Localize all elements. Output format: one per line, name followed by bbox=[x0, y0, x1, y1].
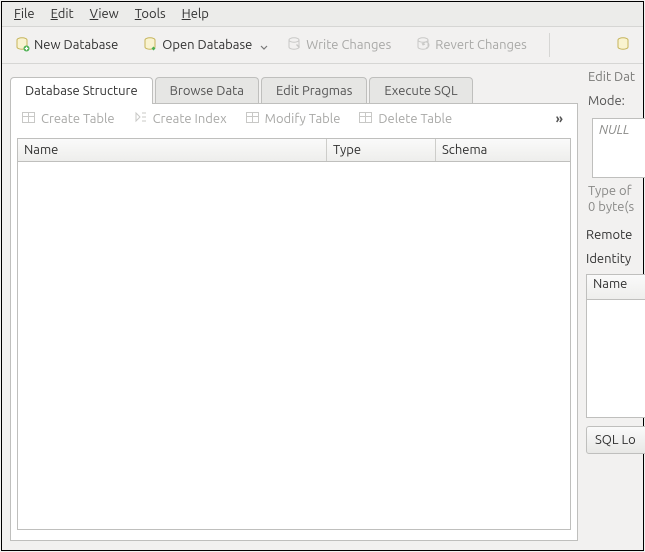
schema-tree-header: Name Type Schema bbox=[18, 139, 570, 162]
open-database-label: Open Database bbox=[162, 38, 252, 52]
toolbar-separator bbox=[549, 33, 550, 57]
side-panel: Edit Dat Mode: NULL Type of 0 byte(s Rem… bbox=[582, 64, 645, 550]
structure-toolbar-overflow[interactable]: » bbox=[556, 112, 567, 126]
create-index-button: Create Index bbox=[133, 110, 227, 129]
column-header-schema[interactable]: Schema bbox=[436, 139, 570, 161]
database-icon bbox=[615, 36, 631, 55]
create-table-button: Create Table bbox=[21, 110, 115, 129]
modify-table-button: Modify Table bbox=[245, 110, 341, 129]
write-changes-button: Write Changes bbox=[280, 33, 397, 58]
open-database-dropdown[interactable] bbox=[260, 41, 268, 49]
delete-table-icon bbox=[358, 110, 374, 129]
menu-help[interactable]: Help bbox=[174, 5, 217, 23]
column-header-type[interactable]: Type bbox=[327, 139, 436, 161]
identity-label: Identity bbox=[582, 246, 645, 272]
new-database-icon bbox=[14, 36, 30, 55]
tab-database-structure[interactable]: Database Structure bbox=[10, 77, 153, 104]
open-database-icon bbox=[142, 36, 158, 55]
create-table-label: Create Table bbox=[41, 112, 115, 126]
menu-tools[interactable]: Tools bbox=[127, 5, 174, 23]
modify-table-icon bbox=[245, 110, 261, 129]
tab-browse-data[interactable]: Browse Data bbox=[155, 77, 259, 104]
open-database-button[interactable]: Open Database bbox=[136, 33, 258, 58]
revert-changes-icon bbox=[415, 36, 431, 55]
tab-execute-sql[interactable]: Execute SQL bbox=[369, 77, 472, 104]
main-tabs: Database Structure Browse Data Edit Prag… bbox=[10, 74, 578, 104]
create-index-label: Create Index bbox=[153, 112, 227, 126]
cell-editor[interactable]: NULL bbox=[592, 118, 645, 178]
edit-cell-title: Edit Dat bbox=[582, 64, 645, 92]
write-changes-label: Write Changes bbox=[306, 38, 391, 52]
menu-file[interactable]: File bbox=[6, 5, 43, 23]
menu-edit[interactable]: Edit bbox=[43, 5, 82, 23]
menu-view[interactable]: View bbox=[82, 5, 127, 23]
schema-tree[interactable]: Name Type Schema bbox=[17, 138, 571, 530]
main-toolbar: New Database Open Database Write Changes bbox=[2, 27, 643, 64]
remote-list-header-name[interactable]: Name bbox=[587, 275, 645, 300]
create-table-icon bbox=[21, 110, 37, 129]
schema-tree-body[interactable] bbox=[18, 162, 570, 528]
delete-table-label: Delete Table bbox=[378, 112, 452, 126]
tab-content: Create Table Create Index Modify Table bbox=[10, 103, 578, 541]
mode-label: Mode: bbox=[582, 92, 645, 114]
remote-panel-title: Remote bbox=[582, 214, 645, 246]
type-of-data-label: Type of bbox=[582, 178, 645, 198]
column-header-name[interactable]: Name bbox=[18, 139, 327, 161]
tab-edit-pragmas[interactable]: Edit Pragmas bbox=[261, 77, 367, 104]
menu-bar: File Edit View Tools Help bbox=[2, 2, 643, 27]
revert-changes-button: Revert Changes bbox=[409, 33, 533, 58]
remote-list[interactable]: Name bbox=[586, 274, 645, 418]
create-index-icon bbox=[133, 110, 149, 129]
new-database-button[interactable]: New Database bbox=[8, 33, 124, 58]
new-database-label: New Database bbox=[34, 38, 118, 52]
write-changes-icon bbox=[286, 36, 302, 55]
revert-changes-label: Revert Changes bbox=[435, 38, 527, 52]
structure-toolbar: Create Table Create Index Modify Table bbox=[11, 104, 577, 134]
byte-count-label: 0 byte(s bbox=[582, 198, 645, 214]
delete-table-button: Delete Table bbox=[358, 110, 452, 129]
sql-log-button[interactable]: SQL Lo bbox=[586, 426, 645, 454]
modify-table-label: Modify Table bbox=[265, 112, 341, 126]
toolbar-overflow-button[interactable] bbox=[609, 33, 637, 58]
